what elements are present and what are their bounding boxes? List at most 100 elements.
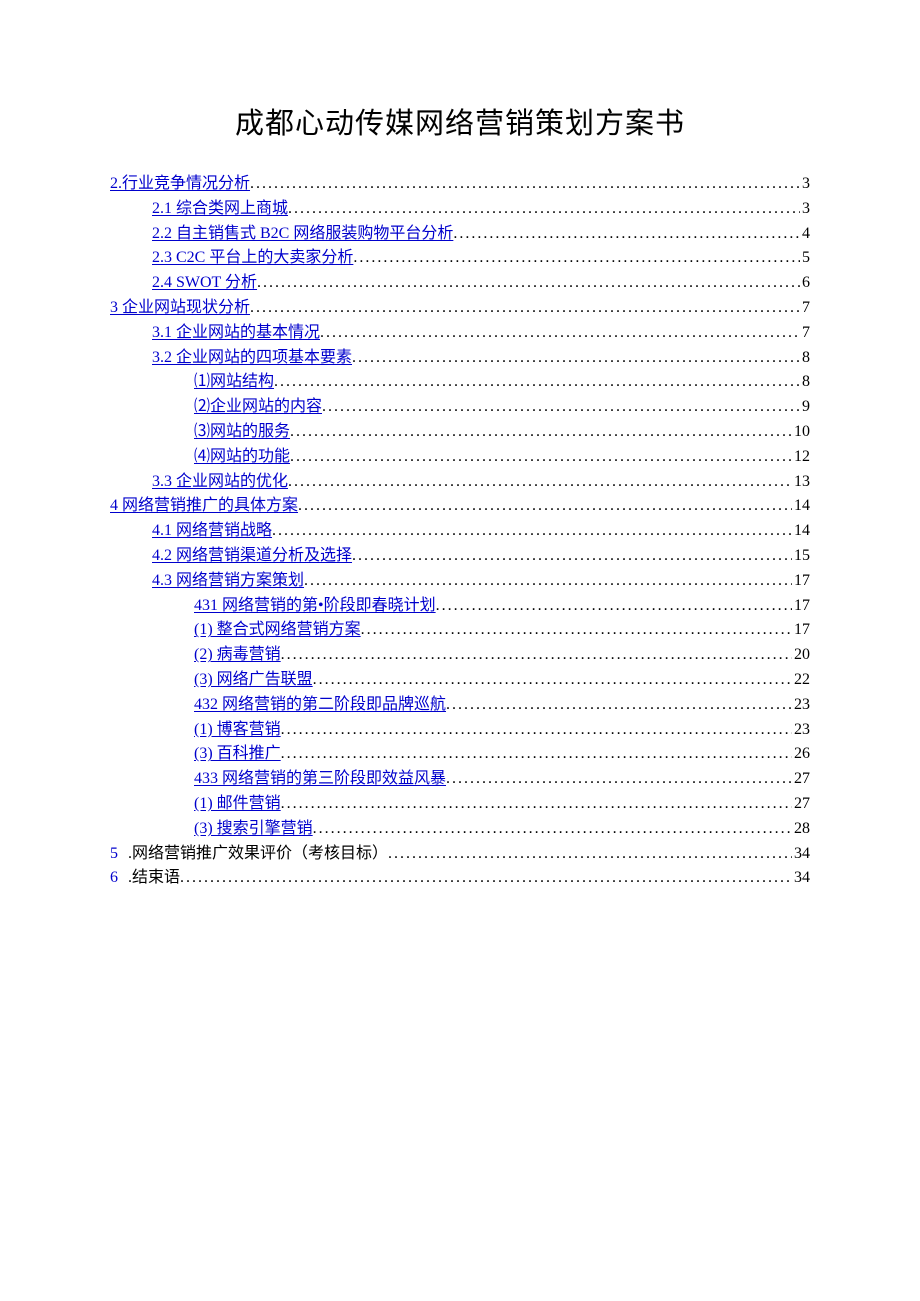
toc-leader-dots [288, 197, 800, 222]
toc-page-number: 7 [800, 321, 810, 346]
toc-page-number: 13 [792, 470, 810, 495]
toc-page-number: 17 [792, 569, 810, 594]
toc-link[interactable]: 431 网络营销的第•阶段即春晓计划 [194, 594, 436, 619]
toc-page-number: 14 [792, 519, 810, 544]
toc-page-number: 20 [792, 643, 810, 668]
toc-link[interactable]: 4.3 网络营销方案策划 [152, 569, 304, 594]
toc-entry: 4 网络营销推广的具体方案14 [110, 494, 810, 519]
toc-page-number: 17 [792, 618, 810, 643]
toc-link[interactable]: 2.1 综合类网上商城 [152, 197, 288, 222]
toc-entry: 4.2 网络营销渠道分析及选择 15 [110, 544, 810, 569]
toc-leader-dots [320, 321, 800, 346]
toc-leader-dots [288, 470, 792, 495]
toc-leader-dots [281, 742, 792, 767]
toc-page-number: 7 [800, 296, 810, 321]
toc-number-prefix: 6 [110, 866, 128, 891]
toc-leader-dots [180, 866, 792, 891]
toc-entry: 3 企业网站现状分析 7 [110, 296, 810, 321]
toc-leader-dots [388, 842, 792, 867]
toc-page-number: 5 [800, 246, 810, 271]
toc-entry: 2.2 自主销售式 B2C 网络服装购物平台分析4 [110, 222, 810, 247]
toc-leader-dots [353, 246, 800, 271]
toc-leader-dots [352, 544, 792, 569]
toc-entry: ⑴网站结构 8 [110, 370, 810, 395]
document-title: 成都心动传媒网络营销策划方案书 [110, 100, 810, 142]
toc-entry: (2) 病毒营销 20 [110, 643, 810, 668]
toc-link[interactable]: ⑵企业网站的内容 [194, 395, 322, 420]
toc-link: .结束语 [128, 866, 180, 891]
toc-leader-dots [281, 718, 792, 743]
toc-leader-dots [257, 271, 800, 296]
toc-page-number: 27 [792, 792, 810, 817]
toc-page-number: 6 [800, 271, 810, 296]
toc-link[interactable]: 3.1 企业网站的基本情况 [152, 321, 320, 346]
toc-number-prefix: 5 [110, 842, 128, 867]
toc-link[interactable]: (3) 搜索引擎营销 [194, 817, 313, 842]
toc-link[interactable]: (1) 整合式网络营销方案 [194, 618, 361, 643]
toc-page-number: 26 [792, 742, 810, 767]
toc-leader-dots [446, 767, 792, 792]
toc-entry: 2.行业竞争情况分析 3 [110, 172, 810, 197]
toc-leader-dots [436, 594, 792, 619]
toc-link[interactable]: ⑷网站的功能 [194, 445, 290, 470]
toc-entry: 3.1 企业网站的基本情况 7 [110, 321, 810, 346]
toc-leader-dots [281, 792, 792, 817]
toc-entry: (3) 网络广告联盟 22 [110, 668, 810, 693]
toc-leader-dots [313, 817, 792, 842]
toc-page-number: 23 [792, 718, 810, 743]
toc-link[interactable]: (3) 百科推广 [194, 742, 281, 767]
toc-page-number: 8 [800, 370, 810, 395]
toc-page-number: 23 [792, 693, 810, 718]
toc-link[interactable]: 2.行业竞争情况分析 [110, 172, 250, 197]
toc-link[interactable]: (1) 邮件营销 [194, 792, 281, 817]
toc-entry: 2.1 综合类网上商城3 [110, 197, 810, 222]
toc-link[interactable]: 2.4 SWOT 分析 [152, 271, 257, 296]
toc-entry: 4.3 网络营销方案策划 17 [110, 569, 810, 594]
toc-leader-dots [446, 693, 792, 718]
toc-link[interactable]: (2) 病毒营销 [194, 643, 281, 668]
toc-entry: 432 网络营销的第二阶段即品牌巡航 23 [110, 693, 810, 718]
toc-link[interactable]: ⑴网站结构 [194, 370, 274, 395]
toc-entry: 4.1 网络营销战略 14 [110, 519, 810, 544]
toc-page-number: 9 [800, 395, 810, 420]
toc-link[interactable]: 3.2 企业网站的四项基本要素 [152, 346, 352, 371]
toc-page-number: 15 [792, 544, 810, 569]
toc-leader-dots [274, 370, 800, 395]
toc-page-number: 34 [792, 866, 810, 891]
toc-link[interactable]: 3.3 企业网站的优化 [152, 470, 288, 495]
toc-leader-dots [290, 420, 792, 445]
toc-link[interactable]: 433 网络营销的第三阶段即效益风暴 [194, 767, 446, 792]
toc-entry: 431 网络营销的第•阶段即春晓计划17 [110, 594, 810, 619]
toc-entry: (3) 百科推广 26 [110, 742, 810, 767]
toc-entry: ⑵企业网站的内容 9 [110, 395, 810, 420]
document-page: 成都心动传媒网络营销策划方案书 2.行业竞争情况分析32.1 综合类网上商城32… [0, 0, 920, 1301]
toc-page-number: 10 [792, 420, 810, 445]
toc-leader-dots [352, 346, 800, 371]
toc-link[interactable]: 2.2 自主销售式 B2C 网络服装购物平台分析 [152, 222, 453, 247]
toc-leader-dots [322, 395, 800, 420]
toc-leader-dots [298, 494, 792, 519]
toc-leader-dots [313, 668, 792, 693]
toc-link[interactable]: 3 企业网站现状分析 [110, 296, 250, 321]
toc-link[interactable]: (3) 网络广告联盟 [194, 668, 313, 693]
toc-page-number: 34 [792, 842, 810, 867]
toc-page-number: 22 [792, 668, 810, 693]
toc-link[interactable]: ⑶网站的服务 [194, 420, 290, 445]
toc-entry: (1) 整合式网络营销方案 17 [110, 618, 810, 643]
toc-leader-dots [250, 296, 800, 321]
toc-link[interactable]: 2.3 C2C 平台上的大卖家分析 [152, 246, 353, 271]
toc-link[interactable]: 4 网络营销推广的具体方案 [110, 494, 298, 519]
toc-leader-dots [272, 519, 792, 544]
toc-entry: 5.网络营销推广效果评价（考核目标）34 [110, 842, 810, 867]
toc-entry: (1) 博客营销 23 [110, 718, 810, 743]
toc-link[interactable]: 4.2 网络营销渠道分析及选择 [152, 544, 352, 569]
toc-entry: 433 网络营销的第三阶段即效益风暴27 [110, 767, 810, 792]
toc-link[interactable]: 4.1 网络营销战略 [152, 519, 272, 544]
toc-entry: (1) 邮件营销 27 [110, 792, 810, 817]
toc-leader-dots [281, 643, 792, 668]
toc-page-number: 3 [800, 172, 810, 197]
toc-link[interactable]: (1) 博客营销 [194, 718, 281, 743]
toc-entry: 3.3 企业网站的优化 13 [110, 470, 810, 495]
toc-leader-dots [361, 618, 792, 643]
toc-link[interactable]: 432 网络营销的第二阶段即品牌巡航 [194, 693, 446, 718]
